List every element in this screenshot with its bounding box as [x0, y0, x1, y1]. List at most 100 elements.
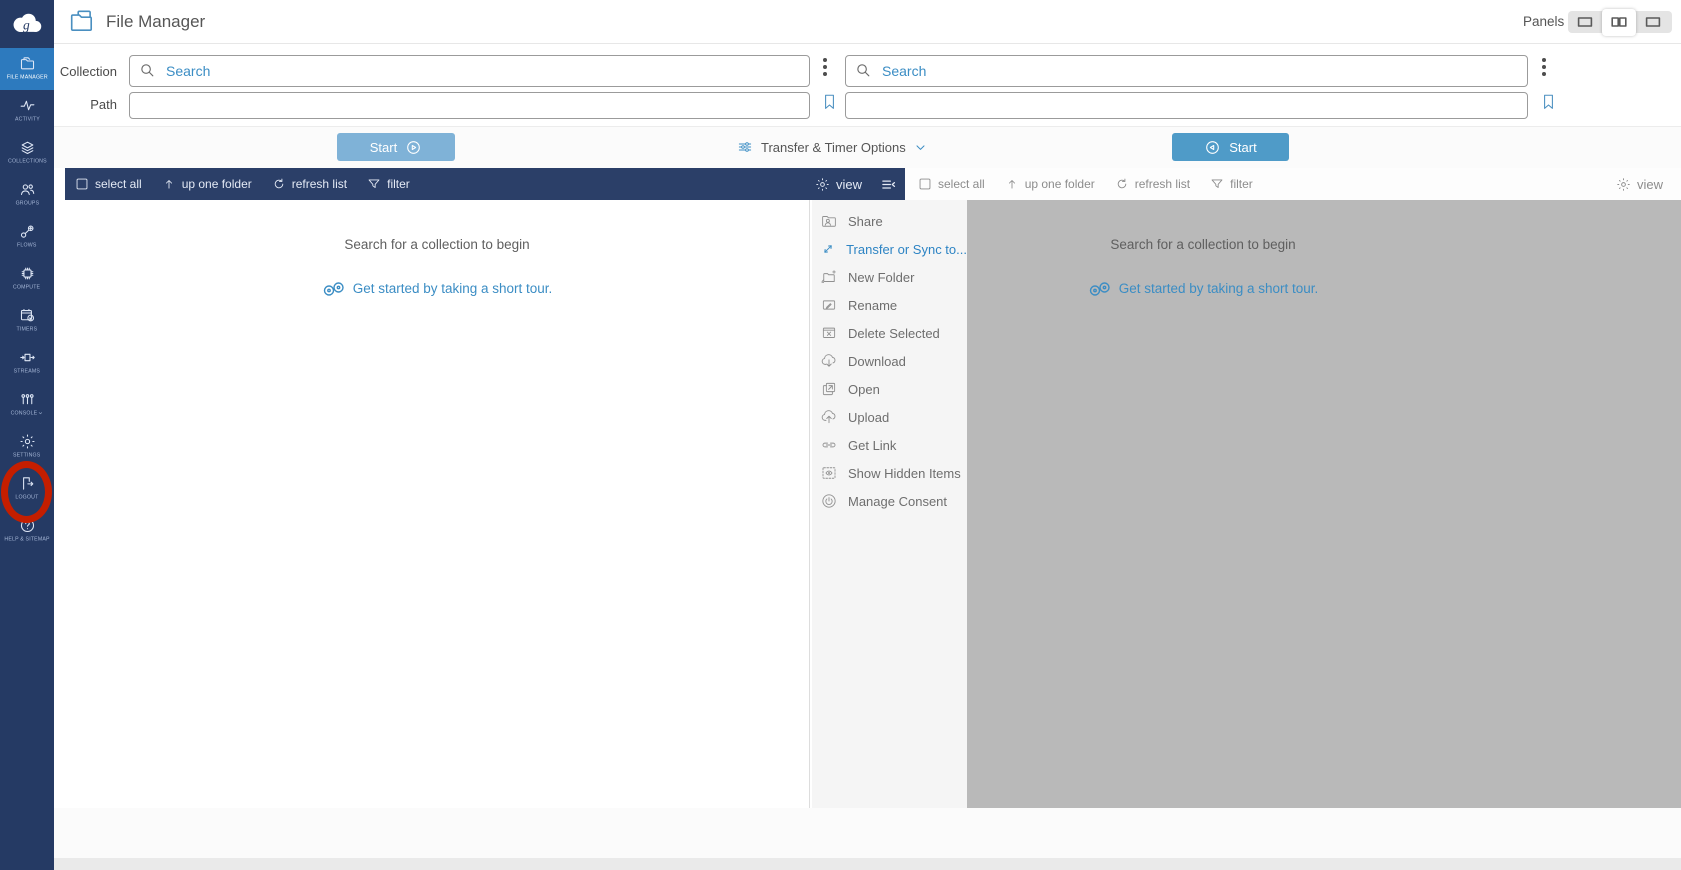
flow-nodes-icon: [19, 223, 36, 240]
start-right-button[interactable]: Start: [1172, 133, 1289, 161]
right-path-field: [845, 92, 1528, 119]
sidebar-item-console[interactable]: CONSOLE: [0, 384, 54, 426]
view-label: view: [836, 177, 862, 192]
left-file-panel: Search for a collection to begin Get sta…: [65, 200, 810, 808]
sidebar-item-streams[interactable]: STREAMS: [0, 342, 54, 384]
right-collection-search-input[interactable]: [845, 55, 1528, 87]
transfer-timer-options[interactable]: Transfer & Timer Options: [737, 133, 927, 161]
menu-item-upload[interactable]: Upload: [812, 403, 967, 431]
menu-item-share[interactable]: Share: [812, 207, 967, 235]
left-panel-toolbar: select all up one folder refresh list fi…: [65, 168, 905, 200]
svg-text:g: g: [23, 18, 30, 33]
cloud-download-icon: [820, 352, 838, 370]
sidebar-item-label: STREAMS: [14, 368, 40, 374]
play-circle-left-icon: [1204, 139, 1221, 156]
sidebar-item-label: COMPUTE: [13, 284, 40, 290]
left-path-input[interactable]: [129, 92, 810, 119]
sidebar-item-file-manager[interactable]: FILE MANAGER: [0, 48, 54, 90]
filter-button[interactable]: filter: [1210, 177, 1253, 191]
wide-panel-icon: [1643, 14, 1663, 30]
checkbox-icon: [75, 177, 89, 191]
menu-item-delete-selected[interactable]: Delete Selected: [812, 319, 967, 347]
menu-item-label: Open: [848, 382, 880, 397]
up-one-folder-button[interactable]: up one folder: [162, 177, 252, 191]
sidebar-item-compute[interactable]: COMPUTE: [0, 258, 54, 300]
tour-link-label: Get started by taking a short tour.: [1119, 281, 1319, 296]
chevron-down-icon: [914, 141, 927, 154]
single-panel-icon: [1575, 14, 1595, 30]
collection-label: Collection: [54, 64, 117, 79]
left-bookmark-icon[interactable]: [821, 90, 838, 114]
logout-red-circle-annotation: [1, 461, 52, 523]
menu-item-download[interactable]: Download: [812, 347, 967, 375]
activity-pulse-icon: [19, 97, 36, 114]
right-file-panel: Search for a collection to begin Get sta…: [967, 200, 1681, 808]
filter-funnel-icon: [367, 177, 381, 191]
page-header: File Manager Panels: [54, 0, 1681, 44]
right-bookmark-icon[interactable]: [1540, 90, 1557, 114]
refresh-list-label: refresh list: [1135, 177, 1190, 191]
refresh-list-label: refresh list: [292, 177, 347, 191]
checkbox-icon: [918, 177, 932, 191]
refresh-list-button[interactable]: refresh list: [272, 177, 347, 191]
chip-icon: [19, 265, 36, 282]
start-left-button[interactable]: Start: [337, 133, 455, 161]
right-path-input[interactable]: [845, 92, 1528, 119]
left-collection-search-input[interactable]: [129, 55, 810, 87]
sidebar-item-groups[interactable]: GROUPS: [0, 174, 54, 216]
up-arrow-icon: [162, 177, 176, 191]
menu-item-new-folder[interactable]: New Folder: [812, 263, 967, 291]
start-right-label: Start: [1229, 140, 1256, 155]
menu-item-transfer-or-sync[interactable]: Transfer or Sync to...: [812, 235, 967, 263]
sidebar-item-label: TIMERS: [17, 326, 38, 332]
menu-item-manage-consent[interactable]: Manage Consent: [812, 487, 967, 515]
view-settings-button[interactable]: view: [1616, 177, 1663, 192]
layers-icon: [19, 139, 36, 156]
refresh-list-button[interactable]: refresh list: [1115, 177, 1190, 191]
sidebar-item-label: FILE MANAGER: [7, 74, 48, 80]
transfer-start-row: Start Transfer & Timer Options Start: [54, 126, 1681, 168]
menu-item-label: Download: [848, 354, 906, 369]
menu-item-rename[interactable]: Rename: [812, 291, 967, 319]
menu-item-get-link[interactable]: Get Link: [812, 431, 967, 459]
select-all-label: select all: [95, 177, 142, 191]
sidebar-item-collections[interactable]: COLLECTIONS: [0, 132, 54, 174]
sidebar-item-flows[interactable]: FLOWS: [0, 216, 54, 258]
gear-icon: [1616, 177, 1631, 192]
left-collection-menu-dots[interactable]: [820, 55, 830, 79]
right-collection-menu-dots[interactable]: [1539, 55, 1549, 79]
menu-item-label: Rename: [848, 298, 897, 313]
delete-x-icon: [820, 324, 838, 342]
page-title: File Manager: [106, 0, 205, 44]
select-all-checkbox[interactable]: select all: [75, 177, 142, 191]
collapse-menu-icon[interactable]: [880, 177, 897, 192]
bottom-edge: [54, 858, 1681, 870]
tour-link[interactable]: Get started by taking a short tour.: [65, 278, 809, 298]
sidebar-item-label: COLLECTIONS: [8, 158, 47, 164]
search-area: Collection Path: [54, 44, 1681, 126]
filter-button[interactable]: filter: [367, 177, 410, 191]
sidebar-item-label: ACTIVITY: [15, 116, 40, 122]
globus-logo[interactable]: g: [0, 0, 54, 48]
up-one-folder-button[interactable]: up one folder: [1005, 177, 1095, 191]
dual-panel-button[interactable]: [1602, 9, 1636, 36]
menu-item-open[interactable]: Open: [812, 375, 967, 403]
sidebar-item-activity[interactable]: ACTIVITY: [0, 90, 54, 132]
dual-panel-icon: [1609, 14, 1629, 30]
single-panel-button[interactable]: [1568, 11, 1602, 33]
open-external-icon: [820, 380, 838, 398]
sidebar-item-timers[interactable]: TIMERS: [0, 300, 54, 342]
folder-icon: [19, 55, 36, 72]
menu-collapse-icon: [880, 177, 897, 192]
sidebar-item-label: CONSOLE: [11, 410, 38, 416]
tour-link[interactable]: Get started by taking a short tour.: [967, 278, 1439, 298]
menu-item-show-hidden-items[interactable]: Show Hidden Items: [812, 459, 967, 487]
wide-panel-button[interactable]: [1636, 11, 1670, 33]
select-all-checkbox[interactable]: select all: [918, 177, 985, 191]
empty-collection-message: Search for a collection to begin: [65, 237, 809, 252]
file-manager-app: g FILE MANAGER ACTIVITY COLLECTIONS GROU…: [0, 0, 1681, 870]
menu-item-label: Transfer or Sync to...: [846, 242, 967, 257]
share-folder-icon: [820, 212, 838, 230]
view-settings-button[interactable]: view: [815, 177, 862, 192]
sidebar-item-label: SETTINGS: [13, 452, 40, 458]
